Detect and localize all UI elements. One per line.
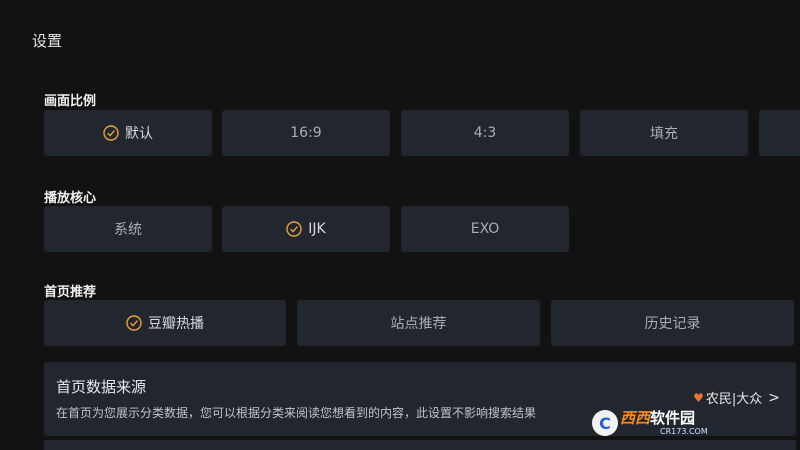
settings-page: 设置 画面比例 默认 16:9 4:3 填充 播放核心 系统 IJK EXO 首… — [0, 0, 800, 450]
option-recommend-history[interactable]: 历史记录 — [551, 300, 794, 346]
option-aspect-fill[interactable]: 填充 — [580, 110, 748, 156]
watermark-badge: C — [592, 410, 618, 436]
home-source-value-text: 农民|大众 — [705, 392, 763, 407]
option-core-exo[interactable]: EXO — [401, 206, 569, 252]
option-aspect-4-3[interactable]: 4:3 — [401, 110, 569, 156]
chevron-right-icon: > — [768, 389, 780, 406]
check-circle-icon — [126, 315, 142, 331]
watermark-brand: 西西 — [620, 408, 651, 427]
site-watermark: C 西西 软件园 CR173.COM — [592, 408, 782, 438]
next-settings-card[interactable] — [44, 440, 796, 450]
home-source-description: 在首页为您展示分类数据，您可以根据分类来阅读您想看到的内容，此设置不影响搜索结果 — [56, 406, 537, 420]
section-title-aspect-ratio: 画面比例 — [44, 94, 97, 109]
section-title-home-recommend: 首页推荐 — [44, 285, 97, 300]
option-label: 历史记录 — [644, 316, 701, 332]
watermark-top: 西西 软件园 — [620, 408, 708, 427]
option-label: 站点推荐 — [390, 316, 447, 332]
home-source-title: 首页数据来源 — [56, 378, 147, 396]
option-label: 系统 — [114, 222, 142, 238]
option-label: 豆瓣热播 — [148, 316, 204, 332]
section-title-player-core: 播放核心 — [44, 191, 97, 206]
watermark-sub: CR173.COM — [660, 426, 708, 436]
option-core-system[interactable]: 系统 — [44, 206, 212, 252]
option-label: EXO — [470, 221, 500, 237]
option-recommend-douban[interactable]: 豆瓣热播 — [44, 300, 286, 346]
option-label: 4:3 — [473, 125, 497, 141]
option-aspect-16-9[interactable]: 16:9 — [222, 110, 390, 156]
option-label: 默认 — [125, 126, 153, 142]
option-recommend-site[interactable]: 站点推荐 — [297, 300, 540, 346]
check-circle-icon — [286, 221, 302, 237]
option-label: 16:9 — [290, 125, 322, 141]
heart-icon: ♥ — [693, 390, 704, 405]
option-aspect-default[interactable]: 默认 — [44, 110, 212, 156]
watermark-text: 西西 软件园 CR173.COM — [620, 408, 708, 436]
option-label: 填充 — [650, 126, 678, 142]
option-core-ijk[interactable]: IJK — [222, 206, 390, 252]
watermark-suffix: 软件园 — [650, 408, 696, 427]
option-aspect-more[interactable] — [759, 110, 800, 156]
home-source-value: ♥ 农民|大众 > — [693, 388, 780, 408]
check-circle-icon — [103, 125, 119, 141]
page-title: 设置 — [32, 32, 63, 50]
option-label: IJK — [308, 221, 326, 237]
